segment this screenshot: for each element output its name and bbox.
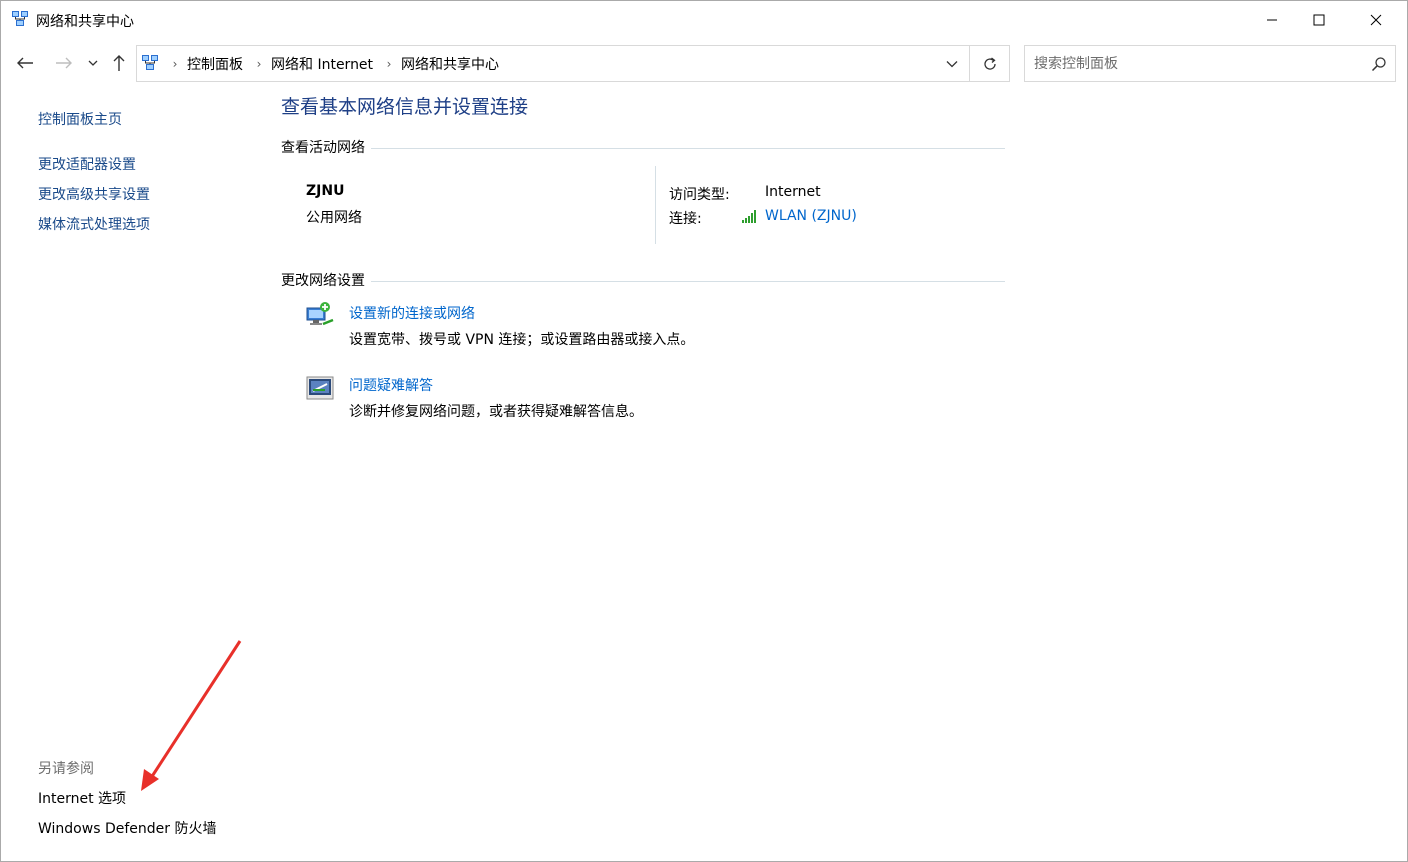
chevron-right-icon[interactable]: › — [165, 57, 185, 71]
active-networks-heading: 查看活动网络 — [281, 140, 365, 156]
address-divider — [969, 46, 970, 81]
change-settings-heading: 更改网络设置 — [281, 273, 365, 289]
annotation-arrow-icon — [141, 640, 242, 791]
search-input[interactable] — [1034, 54, 1354, 74]
change-settings-section: 更改网络设置 — [281, 270, 1005, 290]
forward-button[interactable] — [51, 47, 77, 79]
network-sharing-center-window: 网络和共享中心 › 控制面板 › 网络和 Internet › 网络和共享中心 … — [0, 0, 1408, 862]
sidebar-item-advanced-sharing[interactable]: 更改高级共享设置 — [38, 184, 150, 204]
close-button[interactable] — [1353, 1, 1399, 39]
setup-connection-link[interactable]: 设置新的连接或网络 — [349, 303, 475, 323]
troubleshoot-link[interactable]: 问题疑难解答 — [349, 375, 433, 395]
maximize-button[interactable] — [1296, 1, 1342, 39]
refresh-icon — [984, 56, 996, 70]
breadcrumb-network-sharing-center[interactable]: 网络和共享中心 — [399, 54, 505, 74]
arrow-left-icon — [17, 57, 33, 69]
network-name: ZJNU — [306, 183, 345, 199]
page-title: 查看基本网络信息并设置连接 — [281, 96, 529, 118]
breadcrumb: › 控制面板 › 网络和 Internet › 网络和共享中心 — [165, 46, 505, 81]
wlan-connection-label[interactable]: WLAN (ZJNU) — [765, 208, 857, 224]
minimize-button[interactable] — [1249, 1, 1295, 39]
recent-locations-button[interactable] — [81, 47, 105, 79]
sidebar-item-adapter-settings[interactable]: 更改适配器设置 — [38, 154, 136, 174]
chevron-down-icon — [88, 60, 98, 66]
address-bar[interactable]: › 控制面板 › 网络和 Internet › 网络和共享中心 — [136, 45, 1010, 82]
search-icon — [1371, 57, 1386, 72]
access-type-value: Internet — [765, 184, 821, 200]
section-divider — [371, 147, 1005, 149]
chevron-right-icon[interactable]: › — [379, 57, 399, 71]
wifi-signal-icon — [742, 210, 756, 223]
search-button[interactable] — [1365, 50, 1393, 78]
wlan-connection-link[interactable]: WLAN (ZJNU) — [742, 208, 857, 224]
new-connection-icon — [306, 302, 334, 326]
maximize-icon — [1313, 14, 1325, 26]
minimize-icon — [1267, 19, 1277, 21]
troubleshoot-icon — [306, 376, 334, 400]
arrow-right-icon — [56, 57, 72, 69]
breadcrumb-control-panel[interactable]: 控制面板 — [185, 54, 249, 74]
network-category-link[interactable]: 公用网络 — [306, 207, 362, 227]
see-also-internet-options[interactable]: Internet 选项 — [38, 788, 126, 808]
see-also-heading: 另请参阅 — [38, 761, 94, 777]
chevron-right-icon[interactable]: › — [249, 57, 269, 71]
sidebar-item-control-panel-home[interactable]: 控制面板主页 — [38, 109, 122, 129]
troubleshoot-desc: 诊断并修复网络问题，或者获得疑难解答信息。 — [349, 404, 643, 420]
arrow-up-icon — [113, 55, 125, 71]
chevron-down-icon — [946, 60, 958, 67]
active-networks-section: 查看活动网络 — [281, 137, 1005, 157]
section-divider — [371, 280, 1005, 282]
back-button[interactable] — [12, 47, 38, 79]
up-button[interactable] — [106, 47, 132, 79]
refresh-button[interactable] — [971, 46, 1009, 81]
setup-connection-desc: 设置宽带、拨号或 VPN 连接；或设置路由器或接入点。 — [349, 332, 695, 348]
control-panel-icon — [142, 55, 158, 70]
breadcrumb-network-internet[interactable]: 网络和 Internet — [269, 54, 379, 74]
access-type-label: 访问类型: — [669, 187, 730, 203]
connection-label: 连接: — [669, 211, 702, 227]
sidebar-item-media-streaming[interactable]: 媒体流式处理选项 — [38, 214, 150, 234]
address-dropdown-button[interactable] — [935, 46, 969, 81]
network-center-icon — [12, 11, 28, 26]
network-divider — [655, 166, 656, 244]
title-bar: 网络和共享中心 — [1, 1, 1407, 39]
see-also-firewall[interactable]: Windows Defender 防火墙 — [38, 818, 216, 838]
search-box — [1024, 45, 1396, 82]
window-title: 网络和共享中心 — [36, 14, 134, 30]
close-icon — [1370, 14, 1382, 26]
